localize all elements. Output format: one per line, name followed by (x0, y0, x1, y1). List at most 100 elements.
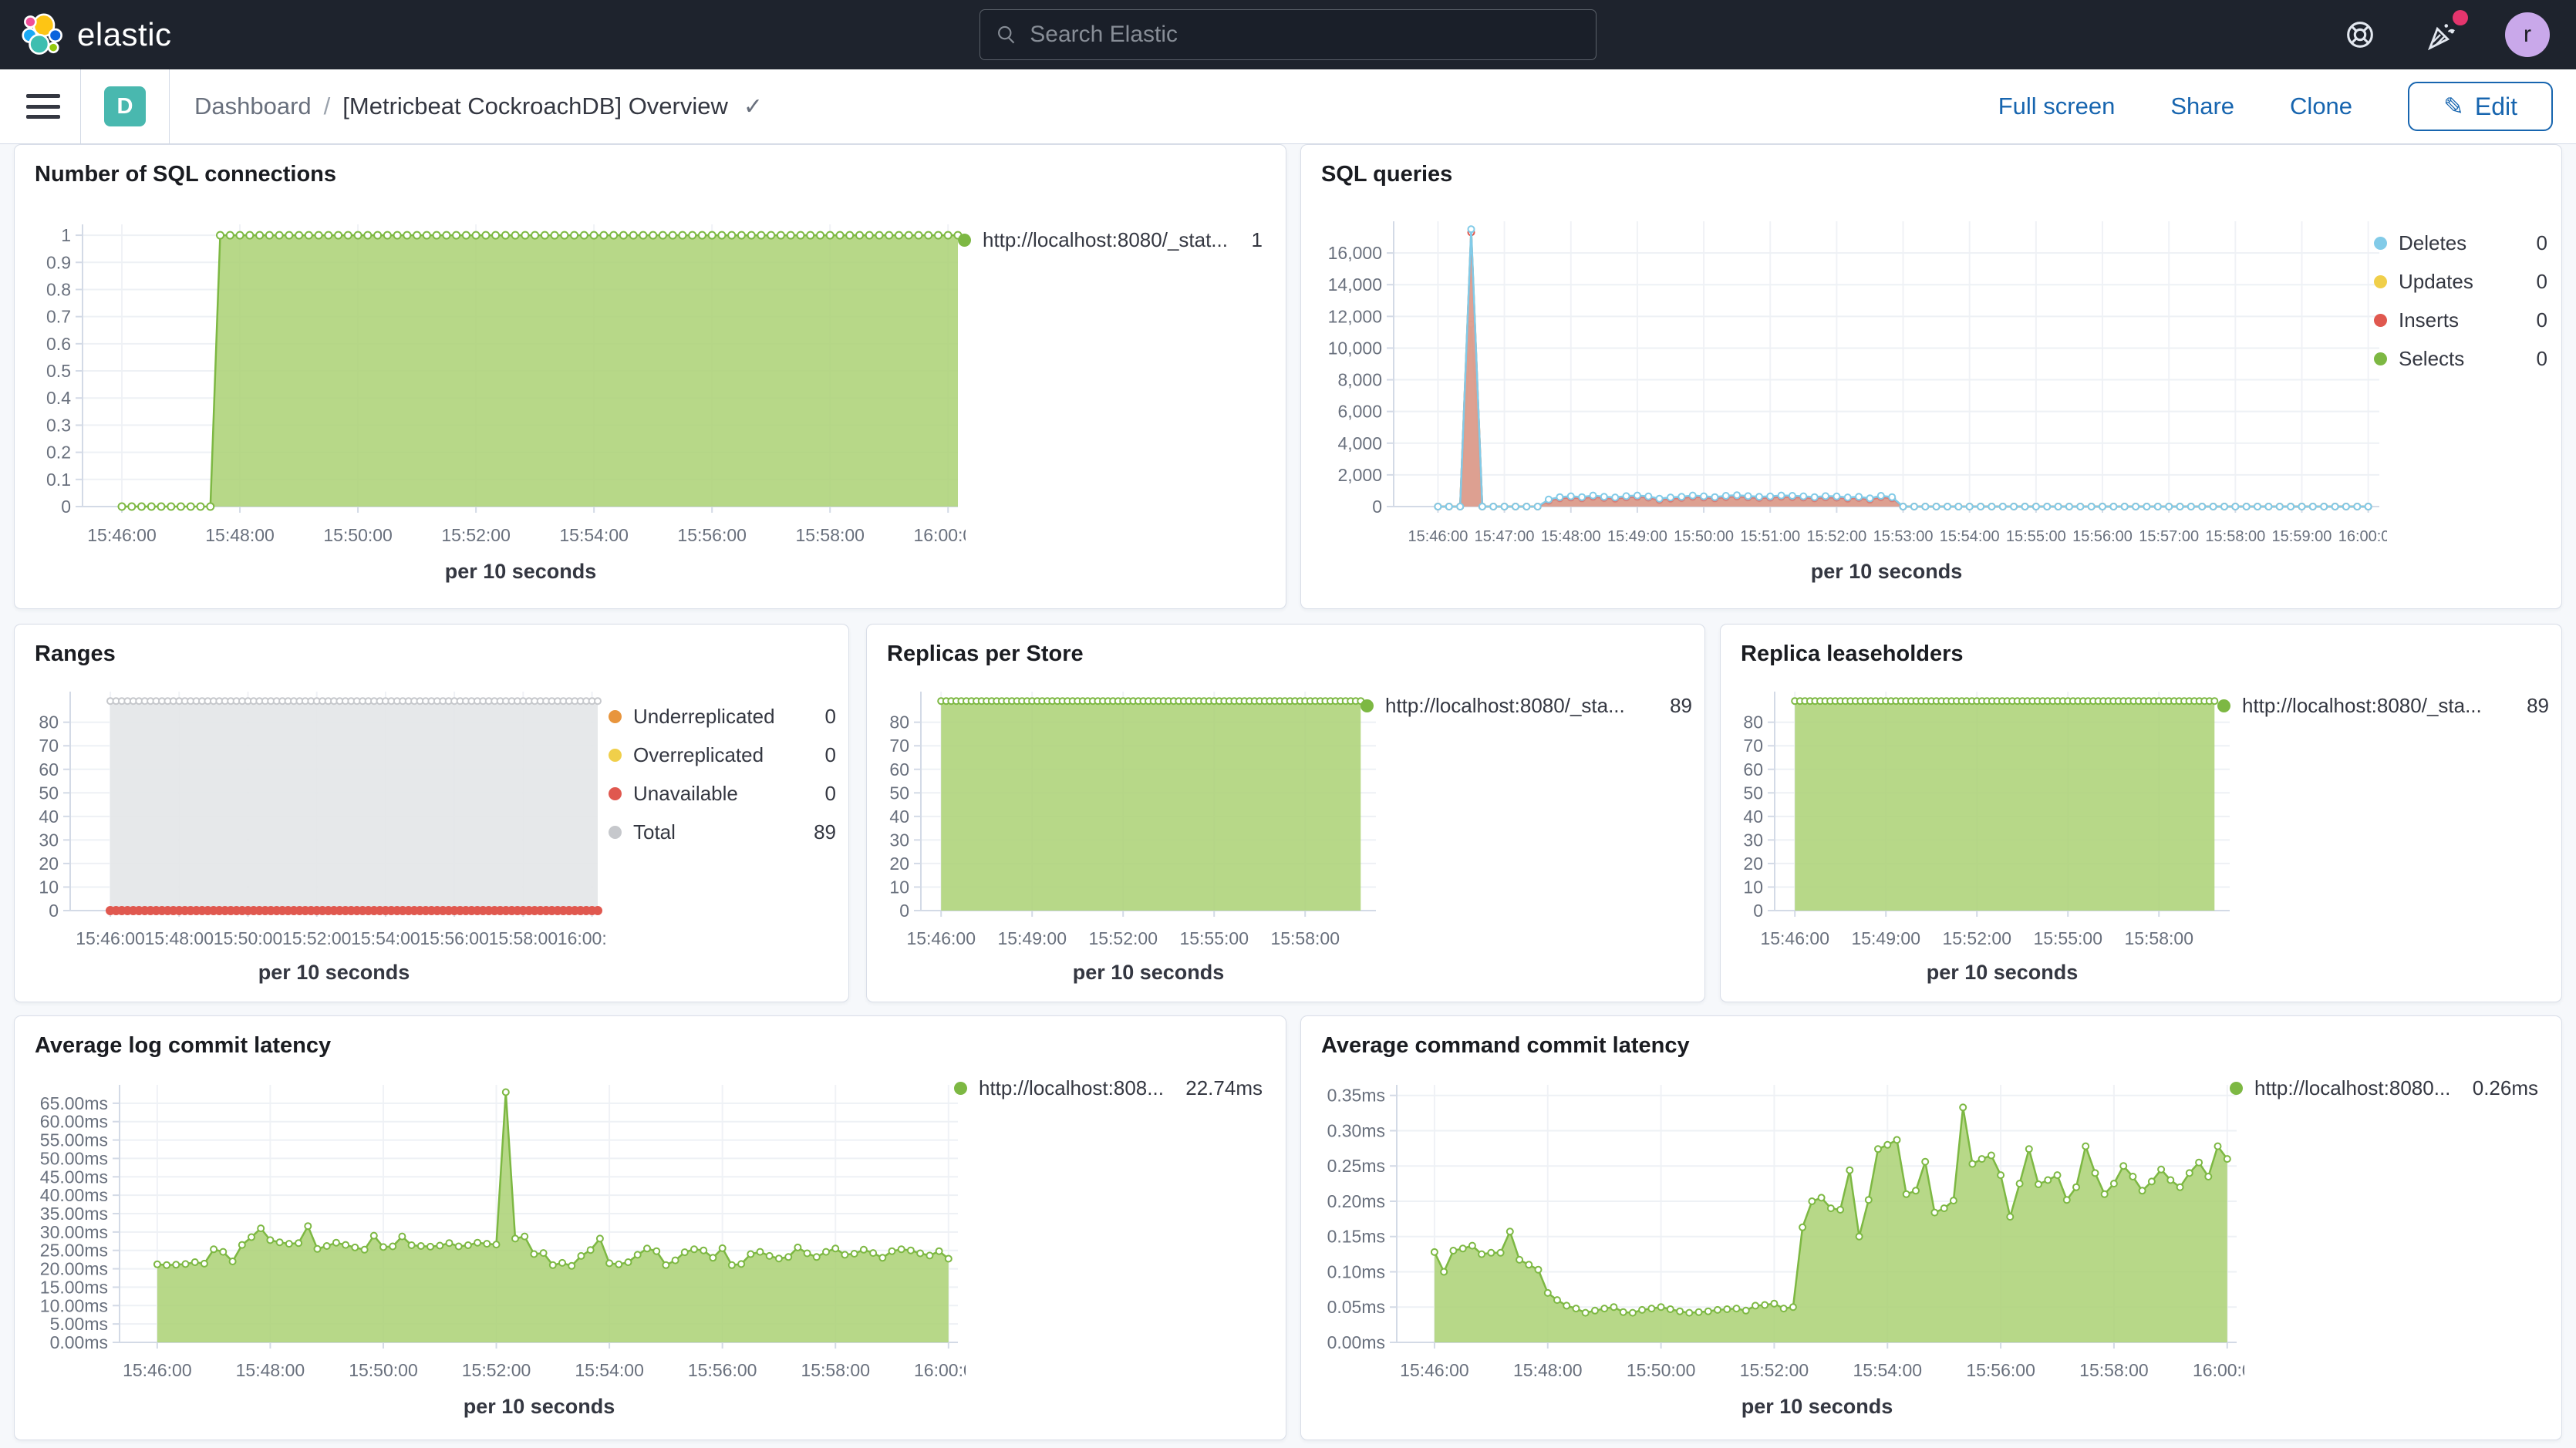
svg-text:per 10 seconds: per 10 seconds (1741, 1395, 1893, 1418)
legend-item[interactable]: Updates0 (2374, 270, 2547, 294)
svg-text:0.00ms: 0.00ms (50, 1332, 108, 1352)
svg-text:20: 20 (889, 854, 909, 874)
clone-button[interactable]: Clone (2290, 93, 2352, 120)
panel-ranges: Ranges 15:46:0015:48:0015:50:0015:52:001… (14, 624, 849, 1002)
svg-text:15:58:00: 15:58:00 (801, 1360, 870, 1380)
dashboard-app-badge[interactable]: D (104, 86, 146, 126)
svg-text:15:58:00: 15:58:00 (2205, 528, 2265, 545)
legend-label: http://localhost:8080... (2254, 1076, 2450, 1100)
svg-text:45.00ms: 45.00ms (40, 1167, 108, 1187)
svg-text:15:52:00: 15:52:00 (282, 928, 352, 948)
full-screen-button[interactable]: Full screen (1998, 93, 2116, 120)
legend-item[interactable]: Inserts0 (2374, 308, 2547, 332)
svg-text:60: 60 (39, 759, 59, 780)
svg-text:30: 30 (889, 830, 909, 850)
edit-button[interactable]: ✎ Edit (2408, 82, 2553, 131)
svg-text:65.00ms: 65.00ms (40, 1093, 108, 1113)
panel-title: Number of SQL connections (35, 162, 1286, 187)
svg-text:15:59:00: 15:59:00 (2272, 528, 2332, 545)
svg-text:6,000: 6,000 (1337, 402, 1382, 422)
share-button[interactable]: Share (2170, 93, 2234, 120)
svg-text:15:52:00: 15:52:00 (462, 1360, 531, 1380)
svg-text:0: 0 (49, 901, 59, 921)
legend-label: Inserts (2399, 308, 2459, 332)
series-color-dot (609, 787, 622, 800)
svg-text:0.9: 0.9 (46, 252, 71, 272)
legend-item[interactable]: Unavailable 0 (609, 782, 836, 806)
notification-dot (2453, 10, 2468, 25)
legend-label: Total (633, 820, 676, 844)
legend-item[interactable]: Deletes0 (2374, 231, 2547, 255)
svg-text:15:58:00: 15:58:00 (1270, 928, 1340, 948)
legend-item[interactable]: Selects0 (2374, 347, 2547, 371)
svg-text:15:54:00: 15:54:00 (1940, 528, 2000, 545)
legend-item[interactable]: http://localhost:8080...0.26ms (2230, 1076, 2538, 1100)
legend-value: 22.74ms (1172, 1076, 1263, 1100)
legend-label: Unavailable (633, 782, 738, 806)
svg-text:15:58:00: 15:58:00 (2124, 928, 2193, 948)
svg-text:40: 40 (39, 807, 59, 827)
svg-text:15:56:00: 15:56:00 (688, 1360, 757, 1380)
svg-text:0.35ms: 0.35ms (1327, 1086, 1385, 1106)
divider (80, 69, 81, 143)
avatar-initial: r (2524, 22, 2531, 48)
svg-text:20.00ms: 20.00ms (40, 1259, 108, 1279)
legend-value: 1 (1238, 228, 1263, 252)
svg-text:0.3: 0.3 (46, 415, 71, 435)
command-commit-latency-chart: 15:46:0015:48:0015:50:0015:52:0015:54:00… (1307, 1062, 2244, 1428)
svg-text:15:52:00: 15:52:00 (1806, 528, 1866, 545)
legend-item[interactable]: Total89 (609, 820, 836, 844)
svg-text:0.15ms: 0.15ms (1327, 1227, 1385, 1247)
svg-text:0.2: 0.2 (46, 443, 71, 463)
svg-text:30: 30 (1743, 830, 1763, 850)
edit-label: Edit (2475, 93, 2517, 121)
legend-value: 0 (811, 743, 836, 767)
legend-value: 0 (811, 782, 836, 806)
legend-item[interactable]: Underreplicated0 (609, 705, 836, 729)
news-button[interactable] (2423, 16, 2460, 53)
svg-text:35.00ms: 35.00ms (40, 1204, 108, 1224)
svg-text:15:52:00: 15:52:00 (1088, 928, 1158, 948)
legend-label: Deletes (2399, 231, 2466, 255)
ranges-chart: 15:46:0015:48:0015:50:0015:52:0015:54:00… (21, 670, 607, 988)
svg-text:50: 50 (39, 783, 59, 803)
global-search[interactable] (979, 9, 1597, 60)
svg-text:15:48:00: 15:48:00 (144, 928, 214, 948)
svg-text:0.05ms: 0.05ms (1327, 1297, 1385, 1317)
legend-label: Overreplicated (633, 743, 764, 767)
legend-value: 0 (2523, 347, 2547, 371)
legend-item[interactable]: http://localhost:808...22.74ms (954, 1076, 1263, 1100)
panel-replicas-per-store: Replicas per Store 15:46:0015:49:0015:52… (866, 624, 1705, 1002)
menu-hamburger-button[interactable] (26, 94, 60, 119)
legend-item[interactable]: http://localhost:8080/_sta...89 (1360, 694, 1692, 718)
svg-text:15:57:00: 15:57:00 (2139, 528, 2199, 545)
legend-item[interactable]: http://localhost:8080/_stat...1 (958, 228, 1263, 252)
svg-text:0: 0 (899, 901, 909, 921)
panel-average-command-commit-latency: Average command commit latency 15:46:001… (1300, 1015, 2562, 1440)
elastic-brand[interactable]: elastic (0, 13, 172, 56)
svg-text:10: 10 (39, 877, 59, 897)
saved-check-icon[interactable]: ✓ (743, 93, 763, 120)
chart-legend: Underreplicated0Overreplicated0Unavailab… (609, 705, 836, 844)
svg-text:15:46:00: 15:46:00 (76, 928, 145, 948)
svg-text:0.6: 0.6 (46, 334, 71, 354)
legend-label: Updates (2399, 270, 2473, 294)
breadcrumb-dashboard-link[interactable]: Dashboard (194, 93, 312, 120)
legend-value: 89 (1656, 694, 1692, 718)
svg-text:50: 50 (1743, 783, 1763, 803)
legend-item[interactable]: http://localhost:8080/_sta...89 (2217, 694, 2549, 718)
svg-text:0.4: 0.4 (46, 388, 71, 408)
svg-text:15:51:00: 15:51:00 (1740, 528, 1800, 545)
svg-text:60: 60 (889, 759, 909, 780)
series-color-dot (609, 749, 622, 762)
svg-text:0.5: 0.5 (46, 361, 71, 381)
svg-text:15:56:00: 15:56:00 (420, 928, 489, 948)
panel-title: Ranges (35, 641, 848, 667)
help-button[interactable] (2342, 16, 2379, 53)
legend-item[interactable]: Overreplicated 0 (609, 743, 836, 767)
series-color-dot (1360, 699, 1374, 712)
search-input[interactable] (1030, 22, 1580, 48)
user-avatar[interactable]: r (2505, 12, 2550, 57)
panel-sql-queries: SQL queries 15:46:0015:47:0015:48:0015:4… (1300, 144, 2562, 609)
svg-text:15:55:00: 15:55:00 (2033, 928, 2102, 948)
